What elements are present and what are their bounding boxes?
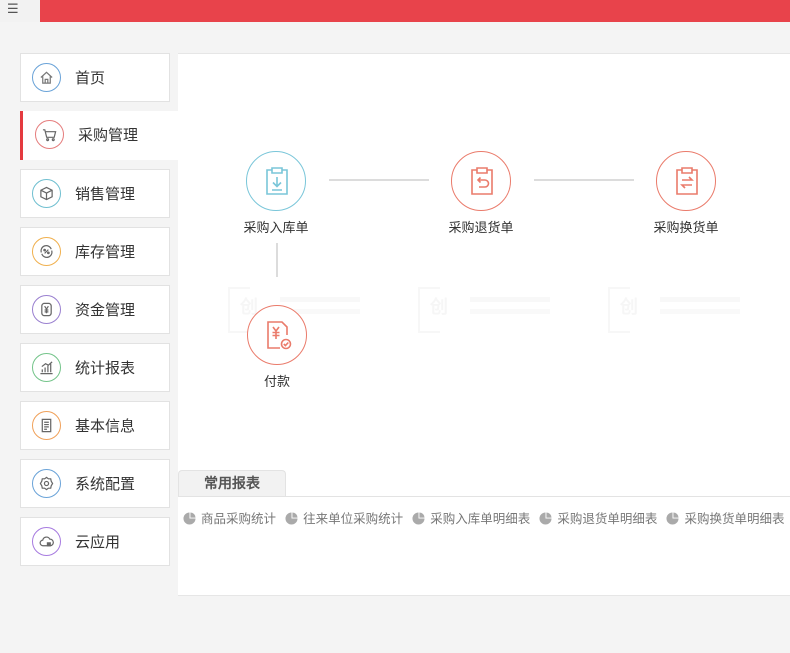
report-link-product-purchase-stats[interactable]: 商品采购统计	[183, 508, 276, 527]
clipboard-download-icon	[246, 151, 306, 211]
sidebar-item-home[interactable]: 首页	[20, 53, 170, 102]
pie-chart-icon	[666, 512, 679, 525]
money-icon	[32, 295, 61, 324]
flow-node-label: 付款	[263, 375, 290, 390]
flow-node-purchase-exchange[interactable]: 采购换货单	[636, 151, 736, 251]
clipboard-exchange-icon	[656, 151, 716, 211]
sidebar-item-purchase[interactable]: 采购管理	[20, 111, 178, 160]
report-link-return-detail[interactable]: 采购退货单明细表	[539, 508, 657, 527]
pie-chart-icon	[539, 512, 552, 525]
payment-yuan-icon	[247, 305, 307, 365]
tab-common-reports[interactable]: 常用报表	[178, 470, 286, 497]
sidebar-item-sales[interactable]: 销售管理	[20, 169, 170, 218]
sidebar-item-label: 云应用	[75, 533, 121, 551]
watermark-logo: 创	[418, 285, 558, 333]
sidebar-item-label: 统计报表	[75, 359, 136, 377]
flow-node-label: 采购退货单	[448, 221, 514, 236]
pie-chart-icon	[285, 512, 298, 525]
sidebar-item-settings[interactable]: 系统配置	[20, 459, 170, 508]
sidebar-item-label: 销售管理	[75, 185, 136, 203]
sidebar-item-label: 基本信息	[75, 417, 136, 435]
sidebar-item-basic-info[interactable]: 基本信息	[20, 401, 170, 450]
inventory-percent-icon	[32, 237, 61, 266]
watermark-logo: 创	[608, 285, 748, 333]
sidebar-item-label: 系统配置	[75, 475, 136, 493]
sidebar-item-label: 首页	[75, 69, 106, 87]
cart-icon	[35, 120, 64, 149]
flow-node-purchase-inbound[interactable]: 采购入库单	[226, 151, 326, 251]
gear-icon	[32, 469, 61, 498]
divider	[178, 496, 790, 497]
flow-node-label: 采购换货单	[653, 221, 719, 236]
sidebar-item-label: 库存管理	[75, 243, 136, 261]
top-bar	[0, 0, 790, 22]
sidebar-item-label: 采购管理	[78, 126, 139, 144]
home-icon	[32, 63, 61, 92]
chart-icon	[32, 353, 61, 382]
sidebar-item-cloud-apps[interactable]: 云应用	[20, 517, 170, 566]
flow-connector	[534, 179, 634, 181]
pie-chart-icon	[412, 512, 425, 525]
flow-node-payment[interactable]: 付款	[227, 305, 327, 405]
pie-chart-icon	[183, 512, 196, 525]
sidebar-item-statistics[interactable]: 统计报表	[20, 343, 170, 392]
cloud-icon	[32, 527, 61, 556]
report-link-partner-purchase-stats[interactable]: 往来单位采购统计	[285, 508, 403, 527]
flow-node-label: 采购入库单	[243, 221, 309, 236]
sidebar-item-label: 资金管理	[75, 301, 136, 319]
sidebar-item-inventory[interactable]: 库存管理	[20, 227, 170, 276]
document-icon	[32, 411, 61, 440]
flow-connector	[329, 179, 429, 181]
report-link-inbound-detail[interactable]: 采购入库单明细表	[412, 508, 530, 527]
flow-node-purchase-return[interactable]: 采购退货单	[431, 151, 531, 251]
clipboard-return-icon	[451, 151, 511, 211]
menu-toggle-icon[interactable]: ☰	[0, 0, 40, 22]
sidebar-item-finance[interactable]: 资金管理	[20, 285, 170, 334]
report-links: 商品采购统计 往来单位采购统计 采购入库单明细表 采购退货单明细表 采购换货单明…	[183, 508, 790, 528]
report-link-exchange-detail[interactable]: 采购换货单明细表	[666, 508, 784, 527]
box-icon	[32, 179, 61, 208]
